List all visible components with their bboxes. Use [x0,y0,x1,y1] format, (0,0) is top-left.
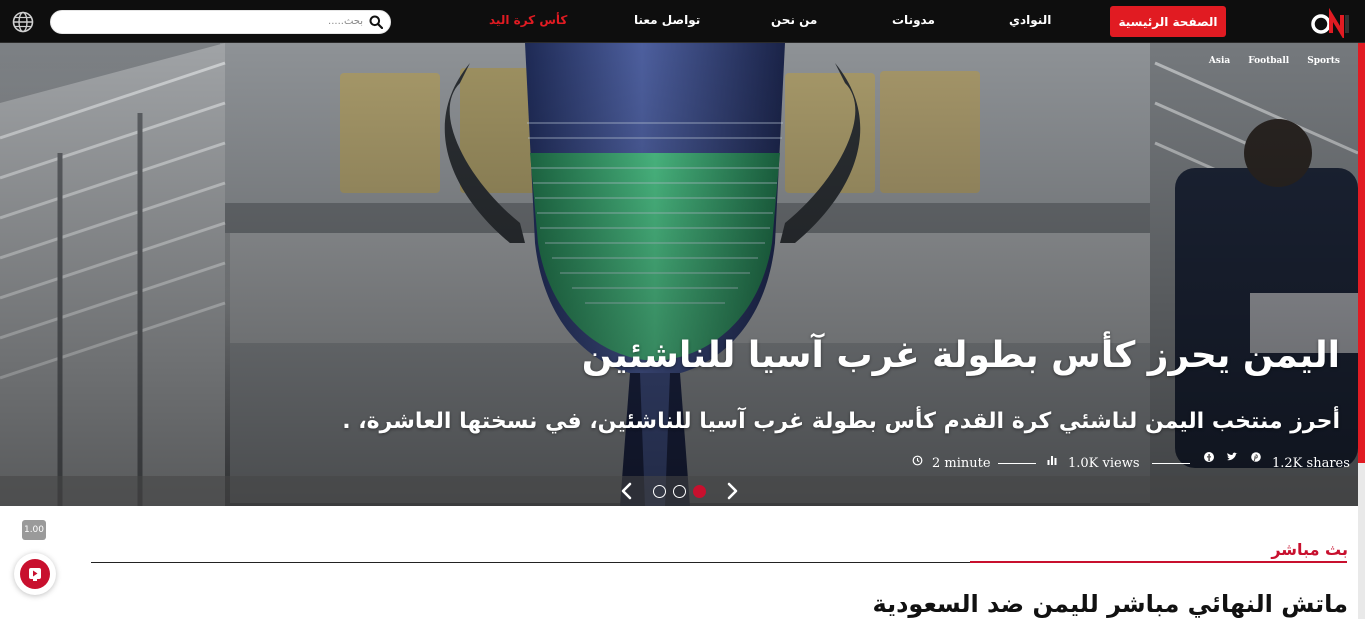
hero-background-image [0,43,1358,506]
nav-item-handball-cup[interactable]: كأس كرة اليد [489,13,567,27]
facebook-icon[interactable] [1202,450,1216,464]
read-time: 2 minute [932,455,991,471]
nav-item-clubs[interactable]: النوادي [1009,13,1051,27]
play-icon [29,568,41,581]
nav-item-contact[interactable]: تواصل معنا [634,13,700,27]
slider-dot-1[interactable] [653,485,666,498]
top-navbar: كأس كرة اليد تواصل معنا من نحن مدونات ال… [0,0,1365,43]
hero-subtitle: أحرز منتخب اليمن لناشئي كرة القدم كأس بط… [342,409,1340,434]
views-count: 1.0K views [1068,455,1140,471]
nav-item-about[interactable]: من نحن [771,13,817,27]
chevron-right-icon[interactable] [723,481,741,501]
meta-divider [998,463,1036,464]
search-icon[interactable] [369,15,383,29]
twitter-icon[interactable] [1225,450,1239,464]
live-section-title: بث مباشر [1271,540,1348,559]
slider-dot-2[interactable] [673,485,686,498]
shares-count: 1.2K shares [1272,455,1350,471]
tag-sports[interactable]: Sports [1307,56,1340,66]
playback-speed-badge[interactable]: 1.00 [22,520,46,540]
search-box [50,10,391,34]
views-icon [1047,456,1057,465]
site-logo[interactable] [1309,6,1353,41]
meta-divider [1152,463,1190,464]
tag-football[interactable]: Football [1248,56,1289,66]
tag-asia[interactable]: Asia [1209,56,1230,66]
search-input[interactable] [63,12,363,31]
clock-icon [912,455,923,466]
page: كأس كرة اليد تواصل معنا من نحن مدونات ال… [0,0,1365,619]
chevron-left-icon[interactable] [618,481,636,501]
hero-title[interactable]: اليمن يحرز كأس بطولة غرب آسيا للناشئين [340,335,1340,376]
nav-item-home[interactable]: الصفحة الرئيسية [1110,6,1226,37]
nav-item-blogs[interactable]: مدونات [892,13,935,27]
globe-icon[interactable] [12,11,34,33]
scrollbar-thumb[interactable] [1358,43,1365,463]
hero-slider: Sports Football Asia اليمن يحرز كأس بطول… [0,43,1358,506]
logo-mark [1311,7,1349,41]
section-divider-accent [970,561,1347,563]
play-button-inner [20,559,50,589]
pinterest-icon[interactable] [1249,450,1263,464]
audio-play-button[interactable] [14,553,56,595]
hero-tags: Sports Football Asia [1209,56,1340,66]
slider-dot-3[interactable] [693,485,706,498]
article-title[interactable]: ماتش النهائي مباشر لليمن ضد السعودية [873,590,1348,618]
